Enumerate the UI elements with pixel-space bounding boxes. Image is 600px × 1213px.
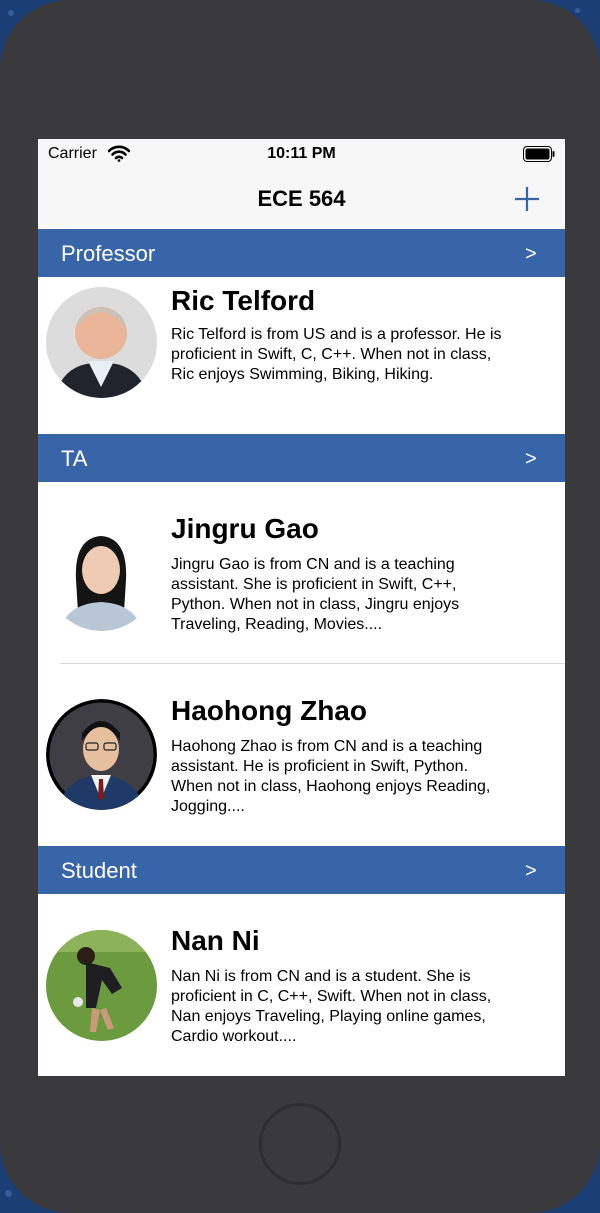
avatar-photo: [46, 699, 157, 810]
person-name: Ric Telford: [171, 285, 316, 316]
avatar-photo: [46, 287, 157, 398]
person-row-jingru-gao[interactable]: Jingru Gao Jingru Gao is from CN and is …: [38, 482, 565, 664]
status-bar: Carrier 10:11 PM: [38, 139, 565, 169]
avatar-photo: [46, 930, 157, 1041]
description-line: Jingru Gao is from CN and is a teaching: [171, 556, 455, 573]
navigation-bar: ECE 564: [38, 169, 565, 230]
row-separator: [60, 663, 565, 664]
section-title: Student: [61, 858, 137, 883]
section-header-ta[interactable]: TA >: [38, 434, 565, 482]
description-line: Ric enjoys Swimming, Biking, Hiking.: [171, 366, 434, 383]
description-line: Nan Ni is from CN and is a student. She …: [171, 968, 471, 985]
person-name: Haohong Zhao: [171, 695, 367, 726]
device-frame: Carrier 10:11 PM ECE 564 Professor > Ric…: [0, 0, 600, 1213]
description-line: proficient in C, C++, Swift. When not in…: [171, 988, 492, 1005]
description-line: proficient in Swift, C, C++. When not in…: [171, 346, 492, 363]
description-line: assistant. She is proficient in Swift, C…: [171, 576, 457, 593]
section-header-professor[interactable]: Professor >: [38, 229, 565, 277]
person-description: Haohong Zhao is from CN and is a teachin…: [171, 737, 546, 817]
page-title: ECE 564: [257, 186, 346, 211]
description-line: Ric Telford is from US and is a professo…: [171, 326, 502, 343]
person-row-nan-ni[interactable]: Nan Ni Nan Ni is from CN and is a studen…: [38, 894, 565, 1076]
status-time: 10:11 PM: [267, 145, 336, 162]
description-line: assistant. He is proficient in Swift, Py…: [171, 758, 469, 775]
person-description: Ric Telford is from US and is a professo…: [171, 325, 546, 385]
description-line: Python. When not in class, Jingru enjoys: [171, 596, 460, 613]
description-line: When not in class, Haohong enjoys Readin…: [171, 778, 491, 795]
chevron-right-icon[interactable]: >: [525, 448, 537, 471]
description-line: Cardio workout....: [171, 1028, 297, 1045]
person-name: Jingru Gao: [171, 513, 319, 544]
home-button[interactable]: [259, 1103, 341, 1185]
person-row-haohong-zhao[interactable]: Haohong Zhao Haohong Zhao is from CN and…: [38, 665, 565, 846]
chevron-right-icon[interactable]: >: [525, 243, 537, 266]
section-title: TA: [61, 446, 88, 471]
person-description: Jingru Gao is from CN and is a teaching …: [171, 555, 546, 635]
avatar-photo: [46, 520, 157, 631]
app-screen: Carrier 10:11 PM ECE 564 Professor > Ric…: [38, 139, 565, 1076]
description-line: Jogging....: [171, 798, 245, 815]
description-line: Haohong Zhao is from CN and is a teachin…: [171, 738, 483, 755]
section-title: Professor: [61, 241, 156, 266]
person-description: Nan Ni is from CN and is a student. She …: [171, 967, 546, 1047]
person-name: Nan Ni: [171, 925, 260, 956]
description-line: Nan enjoys Traveling, Playing online gam…: [171, 1008, 486, 1025]
chevron-right-icon[interactable]: >: [525, 860, 537, 883]
section-header-student[interactable]: Student >: [38, 846, 565, 894]
add-person-button[interactable]: [512, 184, 542, 214]
person-row-ric-telford[interactable]: Ric Telford Ric Telford is from US and i…: [38, 277, 565, 434]
description-line: Traveling, Reading, Movies....: [171, 616, 383, 633]
battery-icon: [523, 146, 555, 162]
